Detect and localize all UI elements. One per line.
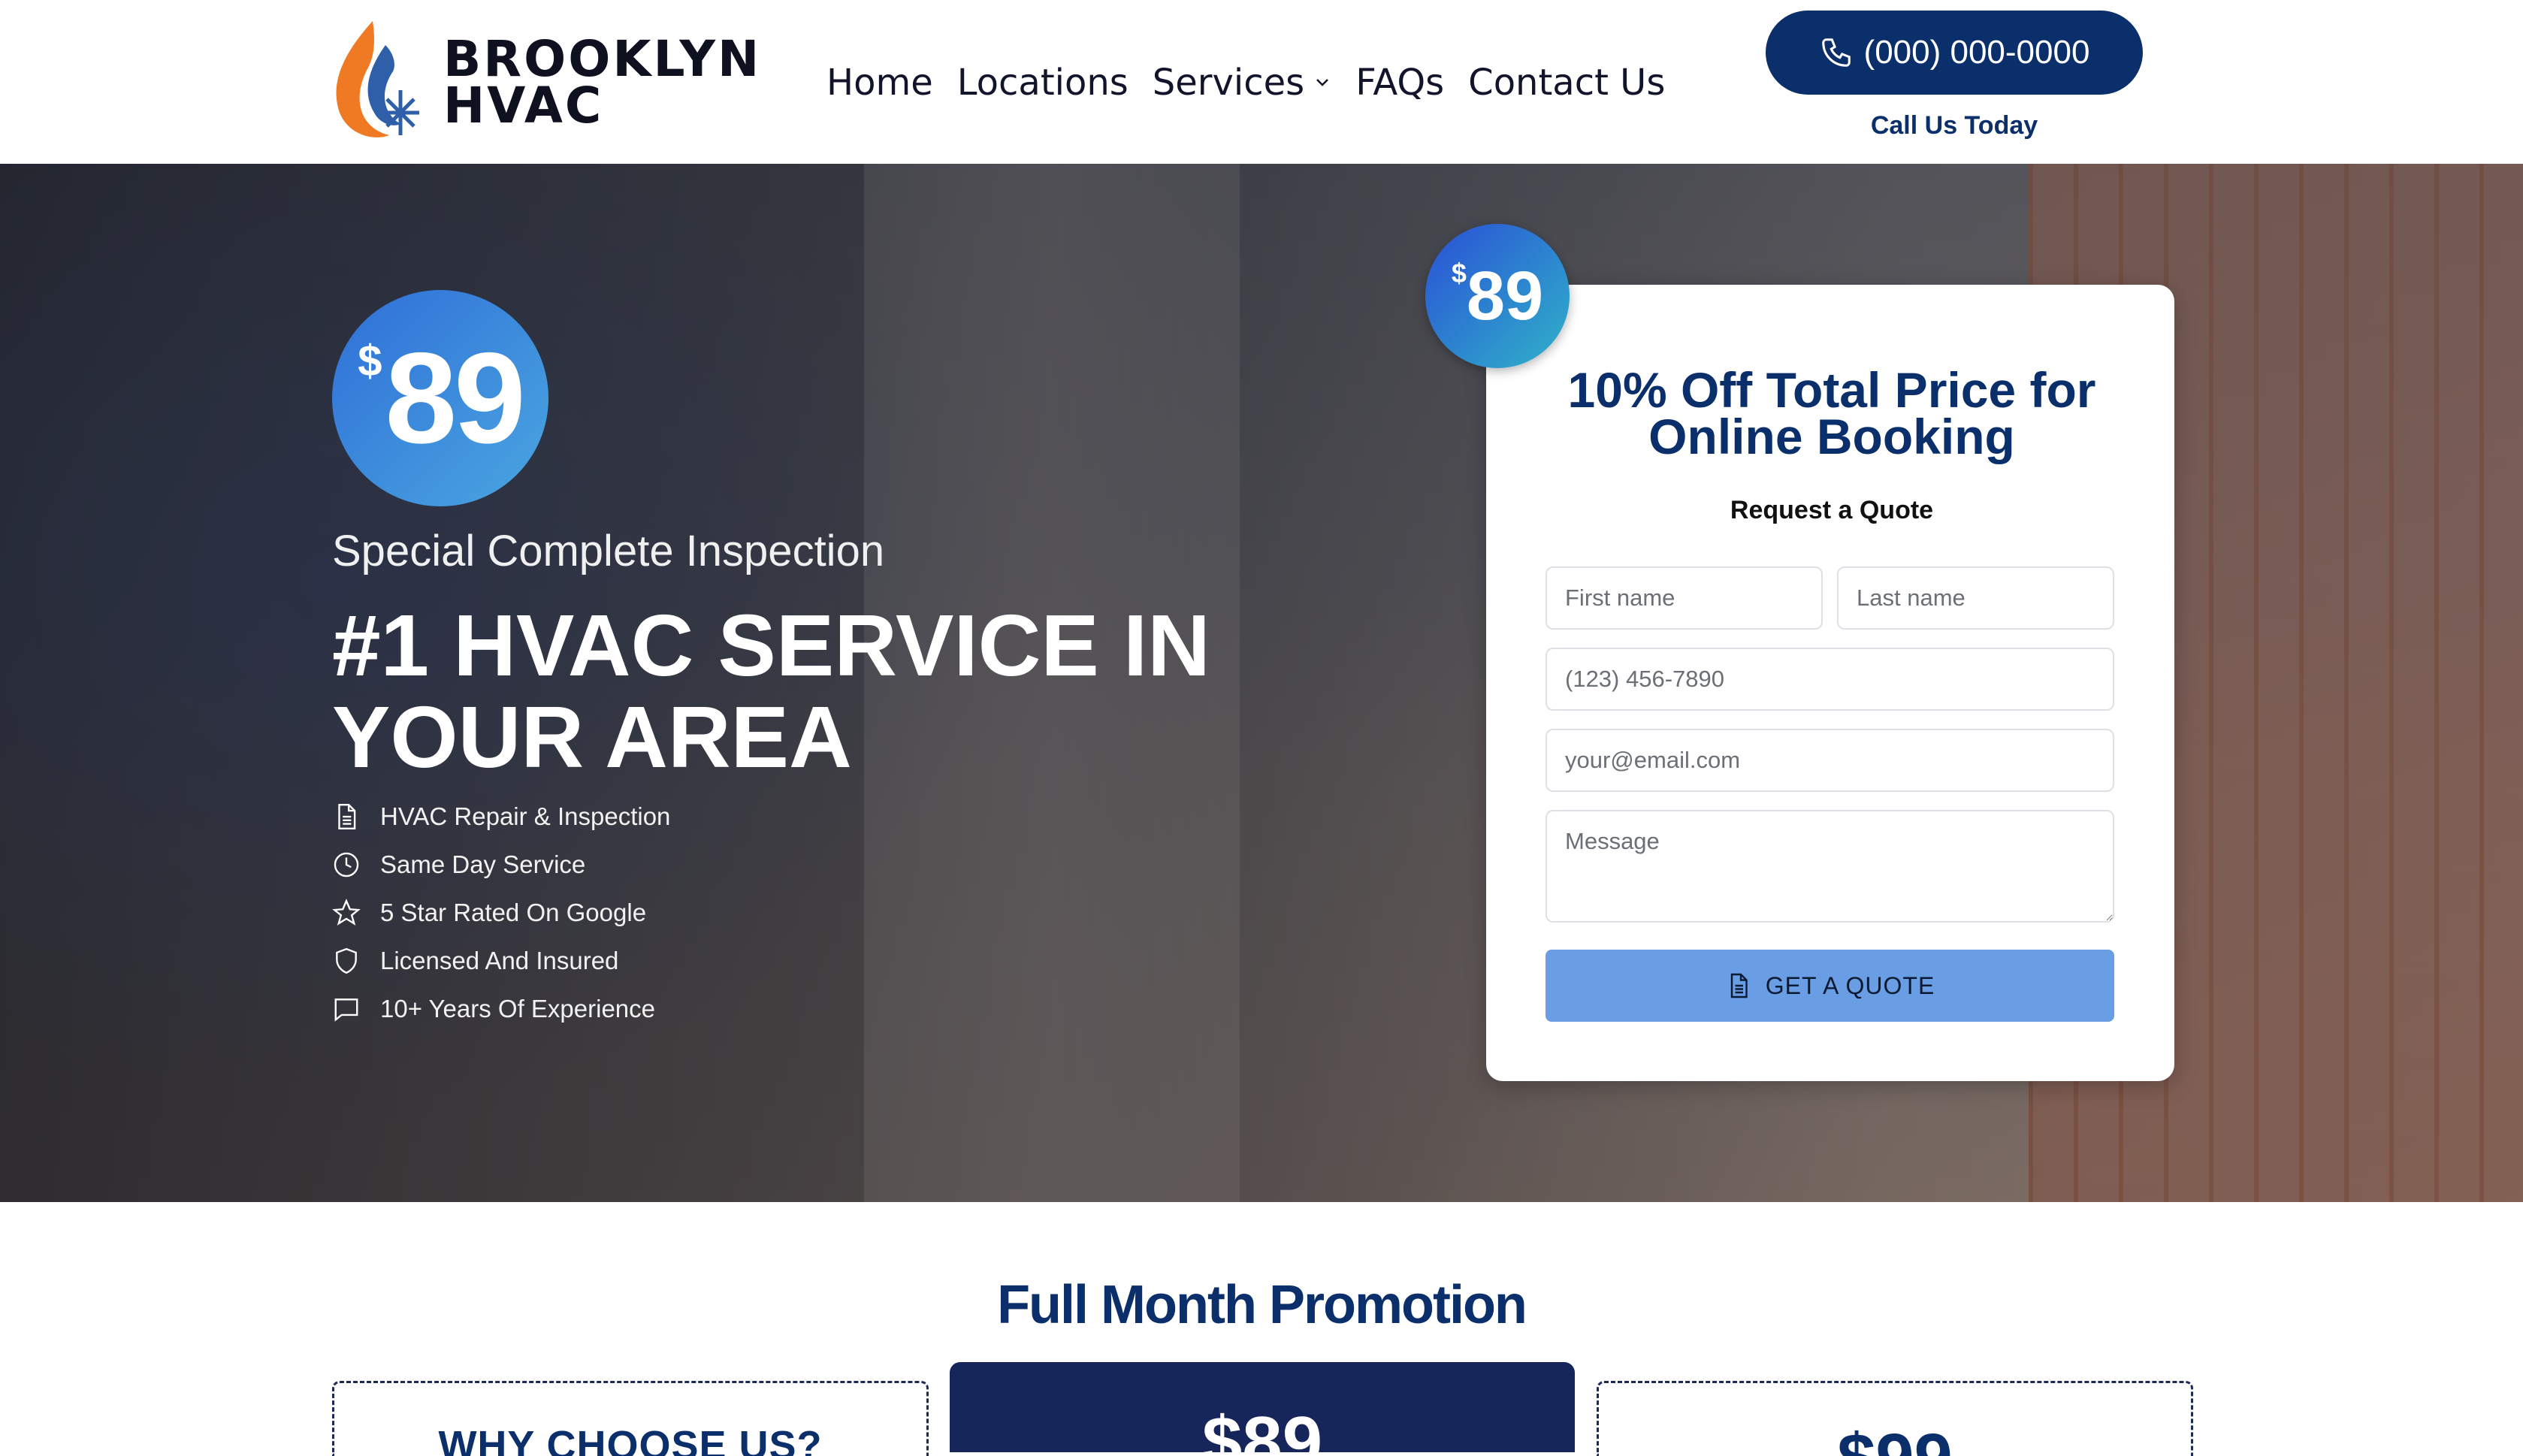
promo-card-right: $99 [1597, 1381, 2193, 1456]
form-price-badge: $ 89 [1425, 224, 1570, 368]
hero-price-amount: 89 [385, 326, 525, 470]
phone-icon [1821, 38, 1851, 67]
promo-card-left: WHY CHOOSE US? [332, 1381, 929, 1456]
feature-item: Licensed And Insured [332, 937, 670, 985]
promotion-title: Full Month Promotion [997, 1275, 1527, 1335]
clock-icon [334, 852, 359, 878]
form-price-currency: $ [1451, 258, 1467, 288]
form-title: 10% Off Total Price for Online Booking [1567, 362, 2096, 464]
nav-locations[interactable]: Locations [957, 62, 1129, 104]
form-subtitle: Request a Quote [1730, 496, 1934, 524]
chat-icon [334, 998, 358, 1022]
promo-left-heading: WHY CHOOSE US? [438, 1423, 823, 1456]
last-name-field[interactable] [1837, 566, 2114, 630]
email-field[interactable] [1546, 729, 2114, 792]
message-field[interactable] [1546, 810, 2114, 923]
phone-field[interactable] [1546, 648, 2114, 711]
main-nav: Home Locations Services FAQs Contact Us [826, 53, 1665, 113]
brand-line-1: BROOKLYN [443, 30, 762, 88]
feature-text: Licensed And Insured [380, 947, 619, 974]
call-us-today-link[interactable]: Call Us Today [1766, 111, 2143, 140]
hero-price-currency: $ [358, 336, 382, 385]
brand-logo-text[interactable]: BROOKLYN HVAC [443, 30, 762, 134]
feature-text: 10+ Years Of Experience [380, 995, 655, 1023]
get-quote-label: GET A QUOTE [1765, 971, 1935, 999]
nav-faqs[interactable]: FAQs [1355, 62, 1444, 104]
hero-feature-list: HVAC Repair & Inspection Same Day Servic… [332, 793, 670, 1033]
nav-services-label: Services [1152, 62, 1305, 104]
feature-item: 10+ Years Of Experience [332, 985, 670, 1033]
nav-home[interactable]: Home [826, 62, 933, 104]
hero-subtitle: Special Complete Inspection [332, 527, 885, 575]
promo-mid-price: $89 [1201, 1402, 1323, 1452]
feature-item: HVAC Repair & Inspection [332, 793, 670, 841]
promo-right-price: $99 [1599, 1419, 2191, 1456]
feature-text: HVAC Repair & Inspection [380, 802, 671, 830]
brand-line-2: HVAC [443, 77, 604, 134]
feature-item: 5 Star Rated On Google [332, 889, 670, 937]
first-name-field[interactable] [1546, 566, 1823, 630]
call-phone-button[interactable]: (000) 000-0000 [1766, 11, 2143, 95]
document-icon [1730, 973, 1748, 998]
form-price-amount: 89 [1466, 257, 1544, 334]
feature-text: Same Day Service [380, 850, 586, 878]
hero-price-badge: $ 89 [332, 290, 548, 506]
chevron-down-icon [1316, 79, 1329, 86]
shield-icon [336, 947, 357, 974]
feature-text: 5 Star Rated On Google [380, 899, 647, 926]
hero-title: #1 HVAC SERVICE IN YOUR AREA [332, 597, 1210, 786]
star-icon [332, 899, 361, 926]
feature-item: Same Day Service [332, 841, 670, 889]
promo-card-featured: $89 [950, 1362, 1575, 1452]
get-quote-button[interactable]: GET A QUOTE [1546, 950, 2114, 1022]
site-header: BROOKLYN HVAC Home Locations Services FA… [0, 0, 2523, 164]
document-icon [338, 803, 356, 830]
nav-contact[interactable]: Contact Us [1468, 62, 1665, 104]
phone-number: (000) 000-0000 [1863, 34, 2090, 71]
nav-services[interactable]: Services [1153, 62, 1331, 104]
flame-snowflake-icon[interactable] [329, 15, 427, 143]
